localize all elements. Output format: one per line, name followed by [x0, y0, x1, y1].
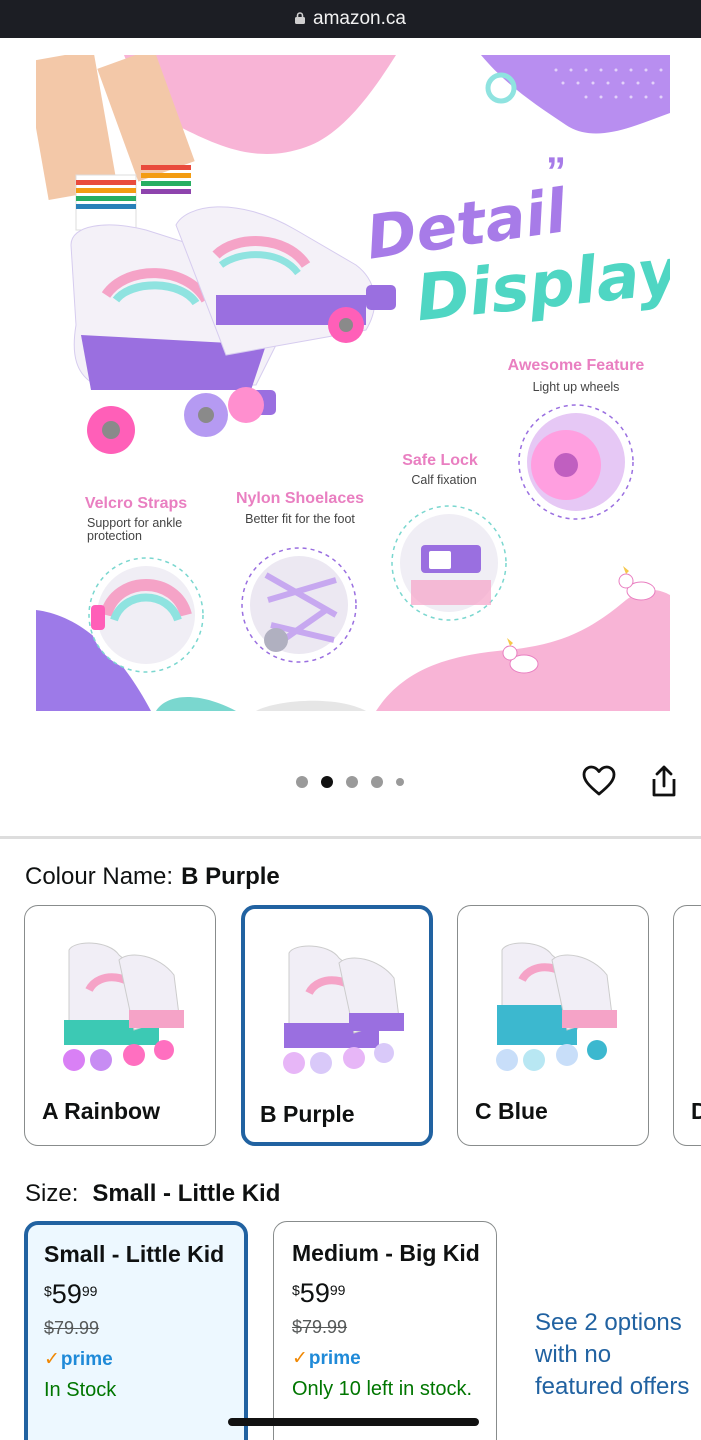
colour-option-d[interactable]: D	[673, 905, 701, 1146]
prime-badge: ✓ prime	[44, 1348, 244, 1371]
size-selected-value: Small - Little Kid	[92, 1180, 281, 1207]
product-image[interactable]: Detail ” Display Awesome Feature Light u…	[36, 55, 670, 711]
colour-option-c-blue[interactable]: C Blue	[457, 905, 649, 1146]
price-currency: $	[292, 1282, 300, 1298]
home-indicator[interactable]	[228, 1418, 479, 1426]
unicorn-icon	[618, 566, 656, 601]
prime-check-icon: ✓	[292, 1348, 308, 1369]
swatch-image	[283, 945, 404, 1074]
see-more-options-link[interactable]: See 2 options with no featured offers	[535, 1307, 695, 1403]
price-whole: 59	[299, 1278, 330, 1308]
share-button[interactable]	[645, 762, 683, 800]
feature-title-2: Safe Lock	[402, 452, 478, 469]
colour-option-name: D	[691, 1098, 701, 1125]
prime-text: prime	[60, 1348, 113, 1370]
colour-option-a-rainbow[interactable]: A Rainbow	[24, 905, 216, 1146]
feature-title-3: Velcro Straps	[85, 495, 187, 512]
stock-status: In Stock	[44, 1379, 117, 1401]
url-bar[interactable]: amazon.ca	[0, 0, 701, 38]
colour-option-name: B Purple	[260, 1101, 355, 1127]
colour-selected-value: B Purple	[181, 863, 280, 890]
price-fraction: 99	[329, 1282, 346, 1298]
size-option-name: Small - Little Kid	[44, 1241, 225, 1267]
feature-subtitle-3: Support for ankle	[87, 516, 182, 530]
product-image-graphic: Detail ” Display Awesome Feature Light u…	[36, 55, 670, 711]
pager-dot[interactable]	[396, 778, 404, 786]
feature-subtitle-1: Light up wheels	[533, 380, 620, 394]
feature-subtitle-4: Better fit for the foot	[245, 512, 355, 526]
feature-title-1: Awesome Feature	[508, 357, 645, 374]
colour-swatch-list[interactable]: A Rainbow B Purple C Blue D	[0, 905, 701, 1150]
price-fraction: 99	[81, 1283, 98, 1299]
price: $ 59 99	[292, 1279, 496, 1307]
price-whole: 59	[51, 1279, 82, 1309]
lock-icon	[295, 12, 306, 24]
feature-subtitle-2: Calf fixation	[411, 473, 476, 487]
url-text: amazon.ca	[313, 8, 406, 29]
pager-dot[interactable]	[371, 776, 383, 788]
swatch-image	[496, 942, 617, 1071]
prime-text: prime	[308, 1347, 361, 1369]
size-label-row: Size: Small - Little Kid	[25, 1180, 280, 1208]
colour-option-name: C Blue	[475, 1098, 548, 1124]
size-label: Size:	[25, 1180, 79, 1207]
price: $ 59 99	[44, 1280, 244, 1308]
colour-option-b-purple[interactable]: B Purple	[241, 905, 433, 1146]
size-option-name: Medium - Big Kid	[292, 1240, 480, 1266]
pager-dot[interactable]	[346, 776, 358, 788]
price-currency: $	[44, 1283, 52, 1299]
was-price: $79.99	[292, 1317, 348, 1337]
colour-label-row: Colour Name: B Purple	[25, 863, 280, 891]
swatch-image	[63, 942, 184, 1071]
feature-title-4: Nylon Shoelaces	[236, 490, 364, 507]
colour-option-name: A Rainbow	[42, 1098, 160, 1124]
wishlist-button[interactable]	[580, 762, 618, 800]
was-price: $79.99	[44, 1318, 100, 1338]
share-icon	[652, 765, 676, 797]
size-option-small[interactable]: Small - Little Kid $ 59 99 $79.99 ✓ prime…	[24, 1221, 248, 1440]
feature-subtitle-3b: protection	[87, 529, 142, 543]
image-pager[interactable]	[296, 776, 404, 788]
section-divider	[0, 836, 701, 839]
prime-badge: ✓ prime	[292, 1347, 496, 1370]
prime-check-icon: ✓	[44, 1349, 60, 1370]
svg-text:”: ”	[546, 150, 566, 194]
colour-label: Colour Name:	[25, 863, 174, 890]
pager-dot[interactable]	[296, 776, 308, 788]
pager-dot-active[interactable]	[321, 776, 333, 788]
stock-status: Only 10 left in stock.	[292, 1378, 473, 1400]
size-option-medium[interactable]: Medium - Big Kid $ 59 99 $79.99 ✓ prime O…	[273, 1221, 497, 1440]
heart-icon	[582, 765, 616, 796]
